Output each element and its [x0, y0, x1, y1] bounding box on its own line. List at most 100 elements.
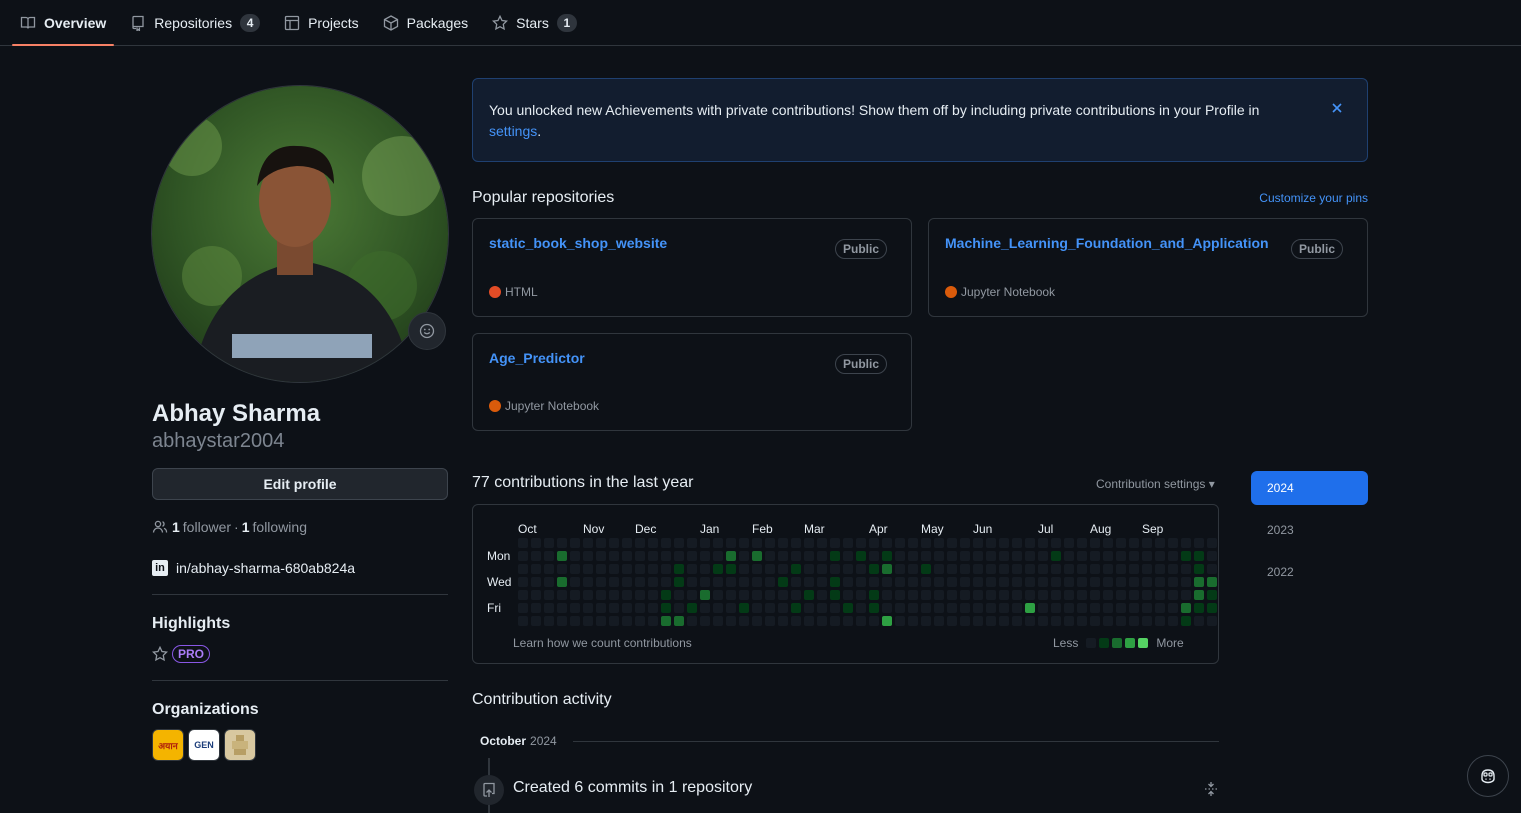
contribution-day[interactable] [1064, 551, 1074, 561]
contribution-day[interactable] [1025, 603, 1035, 613]
contribution-day[interactable] [960, 577, 970, 587]
contribution-day[interactable] [986, 603, 996, 613]
contribution-day[interactable] [1038, 564, 1048, 574]
contribution-day[interactable] [1168, 564, 1178, 574]
contribution-day[interactable] [739, 590, 749, 600]
contribution-day[interactable] [986, 538, 996, 548]
contribution-day[interactable] [674, 551, 684, 561]
contribution-day[interactable] [570, 564, 580, 574]
contribution-day[interactable] [713, 577, 723, 587]
contribution-day[interactable] [1168, 590, 1178, 600]
contribution-day[interactable] [817, 564, 827, 574]
contribution-day[interactable] [557, 551, 567, 561]
contribution-day[interactable] [765, 590, 775, 600]
contribution-day[interactable] [973, 577, 983, 587]
contribution-day[interactable] [1038, 538, 1048, 548]
contribution-day[interactable] [1090, 564, 1100, 574]
contribution-day[interactable] [934, 577, 944, 587]
contribution-day[interactable] [1103, 538, 1113, 548]
year-button-2023[interactable]: 2023 [1251, 513, 1368, 547]
contribution-day[interactable] [570, 590, 580, 600]
pro-badge[interactable]: PRO [172, 645, 211, 663]
contribution-day[interactable] [1051, 590, 1061, 600]
contribution-day[interactable] [726, 564, 736, 574]
contribution-day[interactable] [518, 564, 528, 574]
contribution-day[interactable] [609, 616, 619, 626]
contribution-day[interactable] [570, 577, 580, 587]
contribution-day[interactable] [765, 603, 775, 613]
contribution-day[interactable] [830, 577, 840, 587]
contribution-day[interactable] [947, 551, 957, 561]
tab-packages[interactable]: Packages [375, 1, 476, 45]
contribution-day[interactable] [1168, 616, 1178, 626]
contribution-day[interactable] [869, 616, 879, 626]
contribution-day[interactable] [1207, 564, 1217, 574]
contribution-day[interactable] [752, 564, 762, 574]
tab-stars[interactable]: Stars 1 [484, 1, 585, 45]
contribution-day[interactable] [1181, 538, 1191, 548]
contribution-day[interactable] [791, 616, 801, 626]
org-avatar[interactable]: अयान [152, 729, 184, 761]
contribution-day[interactable] [843, 577, 853, 587]
contribution-day[interactable] [1142, 538, 1152, 548]
contribution-day[interactable] [921, 577, 931, 587]
contribution-day[interactable] [596, 603, 606, 613]
contribution-day[interactable] [1025, 616, 1035, 626]
linkedin-link[interactable]: in/abhay-sharma-680ab824a [176, 560, 355, 576]
contribution-day[interactable] [531, 590, 541, 600]
commit-activity-summary[interactable]: Created 6 commits in 1 repository [513, 779, 752, 797]
tab-overview[interactable]: Overview [12, 1, 115, 46]
contribution-day[interactable] [687, 577, 697, 587]
contribution-day[interactable] [661, 538, 671, 548]
contribution-day[interactable] [1025, 590, 1035, 600]
contribution-day[interactable] [557, 616, 567, 626]
contribution-day[interactable] [1155, 538, 1165, 548]
contribution-day[interactable] [1051, 538, 1061, 548]
contribution-day[interactable] [739, 551, 749, 561]
contribution-day[interactable] [583, 616, 593, 626]
contribution-day[interactable] [1077, 590, 1087, 600]
contribution-day[interactable] [596, 551, 606, 561]
contribution-day[interactable] [804, 603, 814, 613]
contribution-day[interactable] [674, 616, 684, 626]
contribution-day[interactable] [843, 538, 853, 548]
contribution-day[interactable] [1064, 590, 1074, 600]
contribution-day[interactable] [778, 616, 788, 626]
contribution-day[interactable] [921, 551, 931, 561]
contribution-day[interactable] [999, 616, 1009, 626]
contribution-day[interactable] [1194, 551, 1204, 561]
copilot-chat-button[interactable] [1467, 755, 1509, 797]
contribution-day[interactable] [1103, 616, 1113, 626]
contribution-day[interactable] [570, 603, 580, 613]
contribution-day[interactable] [1129, 577, 1139, 587]
contribution-day[interactable] [986, 551, 996, 561]
contribution-day[interactable] [1207, 616, 1217, 626]
contribution-day[interactable] [882, 590, 892, 600]
contribution-day[interactable] [752, 590, 762, 600]
contribution-day[interactable] [687, 551, 697, 561]
contribution-day[interactable] [700, 616, 710, 626]
contribution-day[interactable] [1129, 551, 1139, 561]
contribution-day[interactable] [622, 551, 632, 561]
contribution-day[interactable] [999, 564, 1009, 574]
contribution-day[interactable] [661, 590, 671, 600]
contribution-day[interactable] [674, 590, 684, 600]
contribution-day[interactable] [765, 551, 775, 561]
contribution-day[interactable] [583, 564, 593, 574]
year-button-2024[interactable]: 2024 [1251, 471, 1368, 505]
contribution-day[interactable] [739, 538, 749, 548]
contribution-day[interactable] [1012, 551, 1022, 561]
contribution-day[interactable] [609, 538, 619, 548]
contribution-day[interactable] [1103, 551, 1113, 561]
contribution-day[interactable] [791, 564, 801, 574]
contribution-day[interactable] [1181, 603, 1191, 613]
contribution-day[interactable] [1129, 564, 1139, 574]
contribution-day[interactable] [635, 564, 645, 574]
contribution-day[interactable] [622, 590, 632, 600]
contribution-day[interactable] [674, 577, 684, 587]
contribution-day[interactable] [518, 590, 528, 600]
contribution-day[interactable] [609, 603, 619, 613]
contribution-day[interactable] [1181, 551, 1191, 561]
contribution-day[interactable] [1025, 551, 1035, 561]
contribution-day[interactable] [700, 590, 710, 600]
